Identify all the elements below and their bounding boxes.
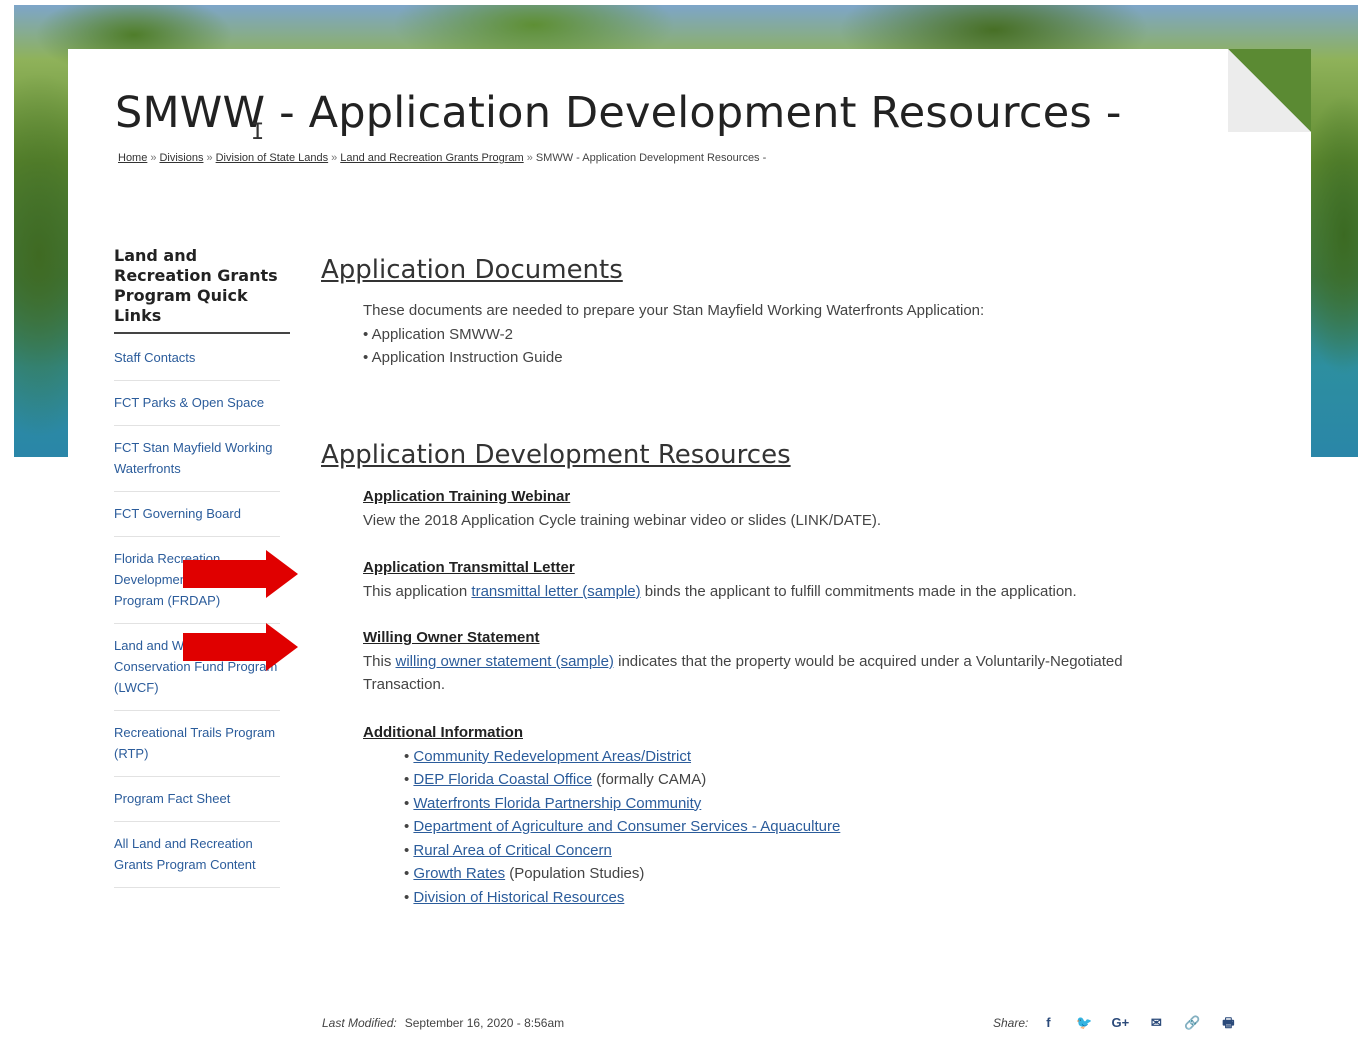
- list-item: • Division of Historical Resources: [404, 888, 625, 906]
- google-plus-icon[interactable]: G+: [1110, 1015, 1130, 1030]
- owner-statement-text-line2: Transaction.: [363, 676, 445, 693]
- transmittal-letter-link[interactable]: transmittal letter (sample): [471, 583, 640, 600]
- sidebar-item-rtp[interactable]: Recreational Trails Program (RTP): [114, 711, 280, 777]
- facebook-icon[interactable]: f: [1038, 1015, 1058, 1030]
- link-agriculture-aquaculture[interactable]: Department of Agriculture and Consumer S…: [413, 818, 840, 835]
- webinar-title: Application Training Webinar: [363, 488, 571, 505]
- breadcrumb-divisions[interactable]: Divisions: [159, 152, 203, 164]
- list-item: • Waterfronts Florida Partnership Commun…: [404, 794, 702, 812]
- breadcrumb-division-of-state-lands[interactable]: Division of State Lands: [216, 152, 329, 164]
- additional-information-title: Additional Information: [363, 724, 523, 741]
- print-icon[interactable]: 🖶: [1218, 1014, 1238, 1036]
- text-cursor-icon: I: [251, 120, 265, 145]
- email-icon[interactable]: ✉: [1146, 1015, 1166, 1031]
- list-item: • Community Redevelopment Areas/District: [404, 747, 692, 765]
- breadcrumb-home[interactable]: Home: [118, 152, 147, 164]
- sidebar-title: Land and Recreation Grants Program Quick…: [114, 246, 290, 334]
- additional-information-list: • Community Redevelopment Areas/District…: [363, 745, 840, 910]
- list-item: • Growth Rates (Population Studies): [404, 865, 645, 882]
- link-rural-area[interactable]: Rural Area of Critical Concern: [413, 842, 611, 859]
- last-modified: Last Modified: September 16, 2020 - 8:56a…: [322, 1016, 564, 1030]
- sidebar-item-fact-sheet[interactable]: Program Fact Sheet: [114, 777, 280, 822]
- sidebar-item-all-content[interactable]: All Land and Recreation Grants Program C…: [114, 822, 280, 888]
- page-fold-corner: [1228, 49, 1311, 132]
- sidebar-list: Staff Contacts FCT Parks & Open Space FC…: [114, 334, 280, 888]
- red-arrow-icon: [183, 550, 298, 598]
- owner-statement-block: Willing Owner Statement This willing own…: [363, 626, 1123, 697]
- last-modified-value: September 16, 2020 - 8:56am: [404, 1016, 565, 1030]
- link-community-redevelopment[interactable]: Community Redevelopment Areas/District: [413, 748, 691, 765]
- link-growth-rates[interactable]: Growth Rates: [413, 865, 505, 882]
- additional-information-block: Additional Information • Community Redev…: [363, 721, 840, 909]
- webinar-block: Application Training Webinar View the 20…: [363, 485, 881, 532]
- sidebar-item-fct-stan-mayfield[interactable]: FCT Stan Mayfield Working Waterfronts: [114, 426, 280, 492]
- breadcrumb-grants-program[interactable]: Land and Recreation Grants Program: [340, 152, 523, 164]
- application-resources-heading[interactable]: Application Development Resources: [321, 440, 791, 470]
- application-documents-body: These documents are needed to prepare yo…: [363, 299, 984, 370]
- twitter-icon[interactable]: 🐦: [1074, 1015, 1094, 1031]
- document-item: • Application Instruction Guide: [363, 349, 563, 366]
- sidebar-item-fct-governing-board[interactable]: FCT Governing Board: [114, 492, 280, 537]
- link-waterfronts-partnership[interactable]: Waterfronts Florida Partnership Communit…: [413, 795, 701, 812]
- document-item: • Application SMWW-2: [363, 325, 514, 343]
- page-title: SMWW - Application Development Resources…: [115, 88, 1122, 138]
- breadcrumb: Home» Divisions» Division of State Lands» L…: [118, 152, 767, 164]
- list-item: • DEP Florida Coastal Office (formally C…: [404, 771, 707, 788]
- list-item: • Rural Area of Critical Concern: [404, 841, 612, 859]
- owner-statement-title: Willing Owner Statement: [363, 629, 540, 646]
- documents-intro: These documents are needed to prepare yo…: [363, 302, 985, 319]
- share-label: Share:: [993, 1016, 1029, 1030]
- application-documents-heading[interactable]: Application Documents: [321, 255, 1221, 285]
- transmittal-block: Application Transmittal Letter This appl…: [363, 556, 1077, 603]
- last-modified-label: Last Modified:: [322, 1016, 397, 1030]
- webinar-text: View the 2018 Application Cycle training…: [363, 511, 882, 529]
- link-icon[interactable]: 🔗: [1182, 1015, 1202, 1031]
- main-content: Application Documents These documents ar…: [321, 255, 1221, 906]
- transmittal-title: Application Transmittal Letter: [363, 559, 575, 576]
- share-bar: Share: f 🐦 G+ ✉ 🔗 🖶: [993, 1014, 1254, 1036]
- link-dep-coastal-office[interactable]: DEP Florida Coastal Office: [413, 771, 592, 788]
- sidebar-item-staff-contacts[interactable]: Staff Contacts: [114, 334, 280, 381]
- owner-statement-link[interactable]: willing owner statement (sample): [396, 653, 614, 670]
- sidebar-item-fct-parks[interactable]: FCT Parks & Open Space: [114, 381, 280, 426]
- red-arrow-icon: [183, 623, 298, 671]
- link-historical-resources[interactable]: Division of Historical Resources: [413, 889, 624, 906]
- list-item: • Department of Agriculture and Consumer…: [404, 818, 841, 835]
- transmittal-text: This application transmittal letter (sam…: [363, 582, 1077, 600]
- breadcrumb-current: SMWW - Application Development Resources…: [535, 152, 767, 164]
- owner-statement-text: This willing owner statement (sample) in…: [363, 652, 1123, 670]
